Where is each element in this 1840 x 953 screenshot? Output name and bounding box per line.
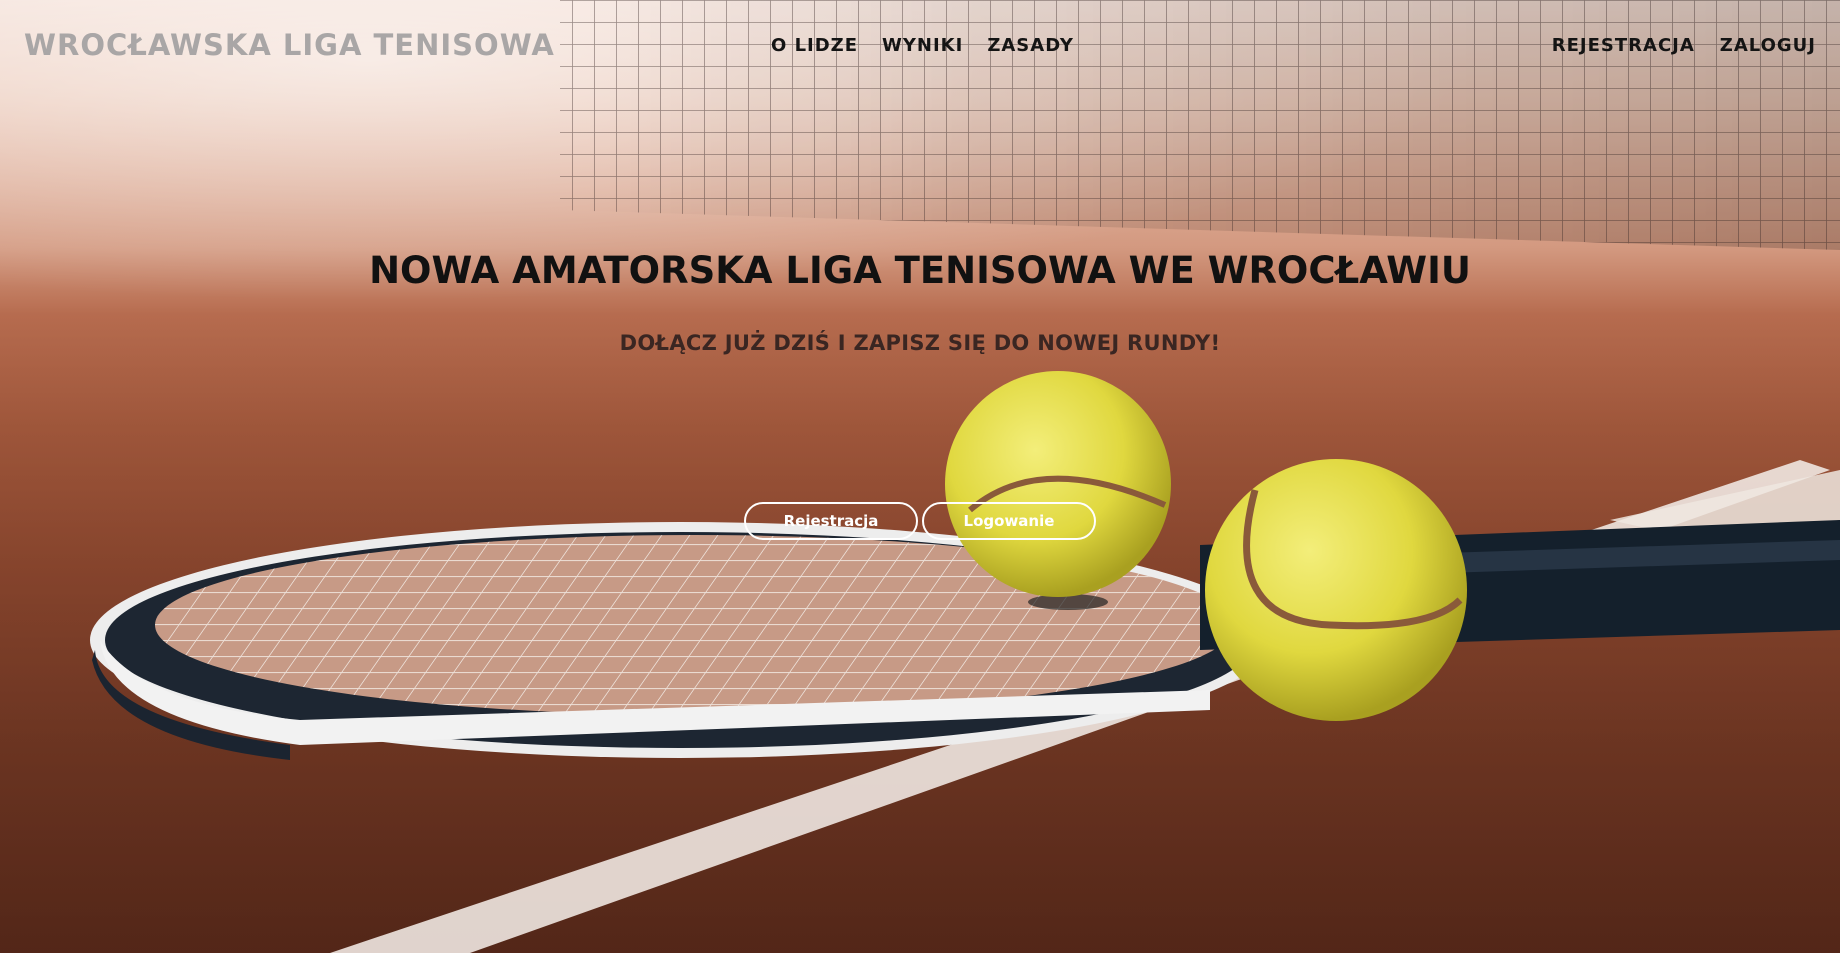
nav-link-about[interactable]: O LIDZE — [771, 35, 858, 56]
hero-subheadline: DOŁĄCZ JUŻ DZIŚ I ZAPISZ SIĘ DO NOWEJ RU… — [619, 331, 1221, 355]
hero-headline: NOWA AMATORSKA LIGA TENISOWA WE WROCŁAWI… — [369, 249, 1471, 292]
nav-link-register[interactable]: REJESTRACJA — [1552, 35, 1695, 56]
nav-link-results[interactable]: WYNIKI — [882, 35, 963, 56]
auth-nav: REJESTRACJA ZALOGUJ — [1552, 35, 1816, 56]
hero-background-image — [0, 0, 1840, 953]
login-button[interactable]: Logowanie — [922, 502, 1096, 540]
brand-logo-text[interactable]: WROCŁAWSKA LIGA TENISOWA — [24, 28, 555, 62]
top-navbar: WROCŁAWSKA LIGA TENISOWA O LIDZE WYNIKI … — [0, 0, 1840, 94]
nav-link-rules[interactable]: ZASADY — [987, 35, 1074, 56]
main-nav: O LIDZE WYNIKI ZASADY — [771, 35, 1074, 56]
nav-link-login[interactable]: ZALOGUJ — [1720, 35, 1816, 56]
register-button[interactable]: Rejestracja — [744, 502, 918, 540]
hero-section: WROCŁAWSKA LIGA TENISOWA O LIDZE WYNIKI … — [0, 0, 1840, 953]
